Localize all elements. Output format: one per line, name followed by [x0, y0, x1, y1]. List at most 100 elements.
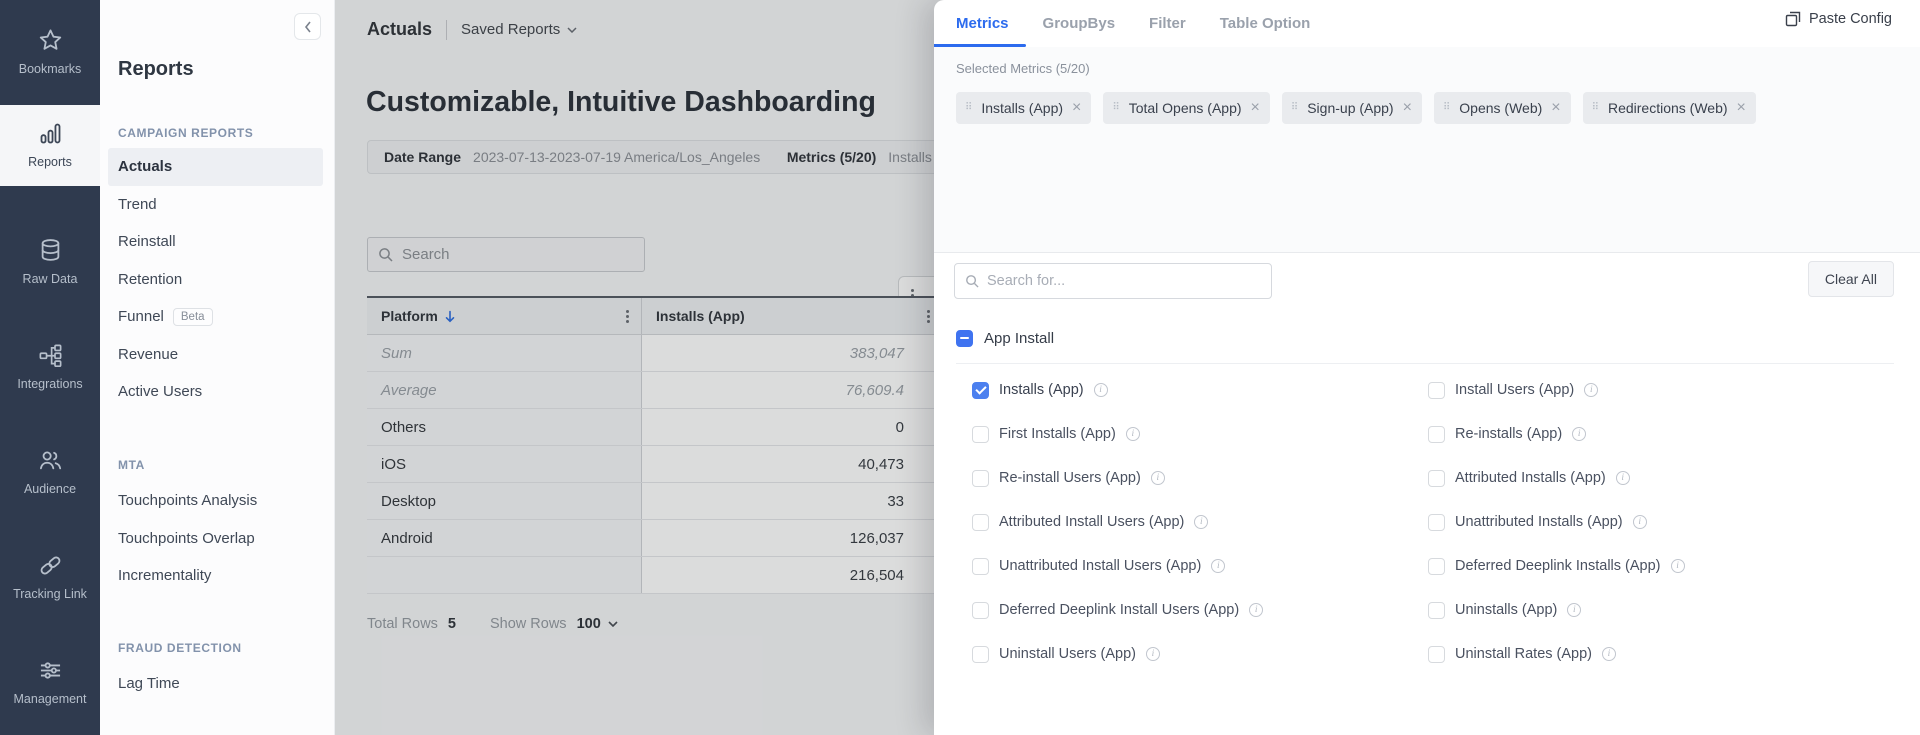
sidebar-item-incrementality[interactable]: Incrementality	[100, 557, 333, 595]
metric-chip[interactable]: Opens (Web)	[1434, 92, 1571, 124]
metric-option[interactable]: Uninstall Rates (App)	[1428, 646, 1884, 663]
metric-chip[interactable]: Total Opens (App)	[1103, 92, 1270, 124]
metric-option[interactable]: Deferred Deeplink Installs (App)	[1428, 558, 1884, 575]
metric-group-app-install[interactable]: App Install	[956, 330, 1054, 347]
reports-sidebar: Reports CAMPAIGN REPORTS Actuals Trend R…	[100, 0, 335, 735]
sidebar-item-touchpoints-overlap[interactable]: Touchpoints Overlap	[100, 520, 333, 558]
metric-option[interactable]: Re-install Users (App)	[972, 470, 1428, 487]
metric-search-input[interactable]	[987, 273, 1261, 289]
checkbox[interactable]	[972, 426, 989, 443]
column-header-platform[interactable]: Platform	[367, 298, 642, 334]
tab-metrics[interactable]: Metrics	[956, 15, 1009, 32]
checkbox-checked[interactable]	[972, 382, 989, 399]
remove-chip-icon[interactable]	[1551, 100, 1560, 116]
nav-item-raw-data[interactable]: Raw Data	[0, 210, 100, 315]
sidebar-item-trend[interactable]: Trend	[100, 186, 333, 224]
remove-chip-icon[interactable]	[1072, 100, 1081, 116]
info-icon[interactable]	[1126, 427, 1140, 441]
drag-handle-icon[interactable]	[1291, 103, 1298, 113]
checkbox[interactable]	[1428, 426, 1445, 443]
sidebar-item-touchpoints-analysis[interactable]: Touchpoints Analysis	[100, 482, 333, 520]
info-icon[interactable]	[1211, 559, 1225, 573]
metric-option[interactable]: Unattributed Installs (App)	[1428, 514, 1884, 531]
info-icon[interactable]	[1616, 471, 1630, 485]
drag-handle-icon[interactable]	[1592, 103, 1599, 113]
sidebar-item-actuals[interactable]: Actuals	[108, 148, 323, 186]
tab-groupbys[interactable]: GroupBys	[1043, 15, 1116, 32]
nav-item-tracking-link[interactable]: Tracking Link	[0, 525, 100, 630]
info-icon[interactable]	[1094, 383, 1108, 397]
nav-item-management[interactable]: Management	[0, 630, 100, 735]
collapse-sidebar-button[interactable]	[294, 13, 321, 40]
kebab-menu-icon	[626, 315, 629, 318]
column-menu-icon[interactable]	[927, 298, 930, 334]
metric-chip[interactable]: Installs (App)	[956, 92, 1091, 124]
metric-chip[interactable]: Redirections (Web)	[1583, 92, 1756, 124]
group-checkbox-indeterminate[interactable]	[956, 330, 973, 347]
nav-item-audience[interactable]: Audience	[0, 420, 100, 525]
sidebar-item-reinstall[interactable]: Reinstall	[100, 223, 333, 261]
info-icon[interactable]	[1602, 647, 1616, 661]
saved-reports-menu[interactable]: Saved Reports	[461, 21, 577, 38]
show-rows-select[interactable]: 100	[577, 616, 618, 632]
info-icon[interactable]	[1194, 515, 1208, 529]
checkbox[interactable]	[972, 602, 989, 619]
checkbox[interactable]	[972, 514, 989, 531]
metric-option[interactable]: Attributed Installs (App)	[1428, 470, 1884, 487]
checkbox[interactable]	[1428, 382, 1445, 399]
remove-chip-icon[interactable]	[1403, 100, 1412, 116]
info-icon[interactable]	[1584, 383, 1598, 397]
metric-option[interactable]: Uninstalls (App)	[1428, 602, 1884, 619]
checkbox[interactable]	[972, 558, 989, 575]
paste-config-label: Paste Config	[1809, 11, 1892, 27]
metric-option[interactable]: First Installs (App)	[972, 426, 1428, 443]
nav-item-integrations[interactable]: Integrations	[0, 315, 100, 420]
clear-all-button[interactable]: Clear All	[1808, 261, 1894, 297]
sidebar-item-lag-time[interactable]: Lag Time	[100, 665, 333, 703]
checkbox[interactable]	[1428, 514, 1445, 531]
info-icon[interactable]	[1151, 471, 1165, 485]
checkbox[interactable]	[1428, 558, 1445, 575]
metric-option[interactable]: Installs (App)	[972, 382, 1428, 399]
metric-option[interactable]: Deferred Deeplink Install Users (App)	[972, 602, 1428, 619]
metric-option[interactable]: Uninstall Users (App)	[972, 646, 1428, 663]
column-menu-icon[interactable]	[626, 298, 629, 334]
nav-label: Audience	[24, 482, 76, 498]
info-icon[interactable]	[1572, 427, 1586, 441]
report-config-bar[interactable]: Date Range 2023-07-13-2023-07-19 America…	[367, 140, 987, 174]
info-icon[interactable]	[1633, 515, 1647, 529]
remove-chip-icon[interactable]	[1251, 100, 1260, 116]
sidebar-item-retention[interactable]: Retention	[100, 261, 333, 299]
search-input[interactable]	[402, 246, 634, 263]
info-icon[interactable]	[1671, 559, 1685, 573]
info-icon[interactable]	[1567, 603, 1581, 617]
sidebar-item-revenue[interactable]: Revenue	[100, 336, 333, 374]
metric-option[interactable]: Attributed Install Users (App)	[972, 514, 1428, 531]
remove-chip-icon[interactable]	[1737, 100, 1746, 116]
nav-item-reports[interactable]: Reports	[0, 105, 100, 186]
sidebar-item-funnel[interactable]: Funnel Beta	[100, 298, 333, 336]
metric-label: Uninstalls (App)	[1455, 602, 1557, 618]
metric-option[interactable]: Unattributed Install Users (App)	[972, 558, 1428, 575]
drag-handle-icon[interactable]	[1112, 103, 1119, 113]
checkbox[interactable]	[972, 470, 989, 487]
checkbox[interactable]	[1428, 470, 1445, 487]
checkbox[interactable]	[1428, 646, 1445, 663]
search-icon	[378, 247, 393, 262]
info-icon[interactable]	[1146, 647, 1160, 661]
checkbox[interactable]	[972, 646, 989, 663]
sidebar-item-active-users[interactable]: Active Users	[100, 373, 333, 411]
tab-filter[interactable]: Filter	[1149, 15, 1186, 32]
metric-option[interactable]: Install Users (App)	[1428, 382, 1884, 399]
cell-value: 383,047	[642, 335, 942, 371]
checkbox[interactable]	[1428, 602, 1445, 619]
drag-handle-icon[interactable]	[1443, 103, 1450, 113]
metric-option[interactable]: Re-installs (App)	[1428, 426, 1884, 443]
nav-item-bookmarks[interactable]: Bookmarks	[0, 0, 100, 105]
column-header-installs-app[interactable]: Installs (App)	[642, 298, 942, 334]
info-icon[interactable]	[1249, 603, 1263, 617]
metric-chip[interactable]: Sign-up (App)	[1282, 92, 1422, 124]
tab-table-option[interactable]: Table Option	[1220, 15, 1311, 32]
drag-handle-icon[interactable]	[965, 103, 972, 113]
paste-config-button[interactable]: Paste Config	[1785, 11, 1892, 27]
